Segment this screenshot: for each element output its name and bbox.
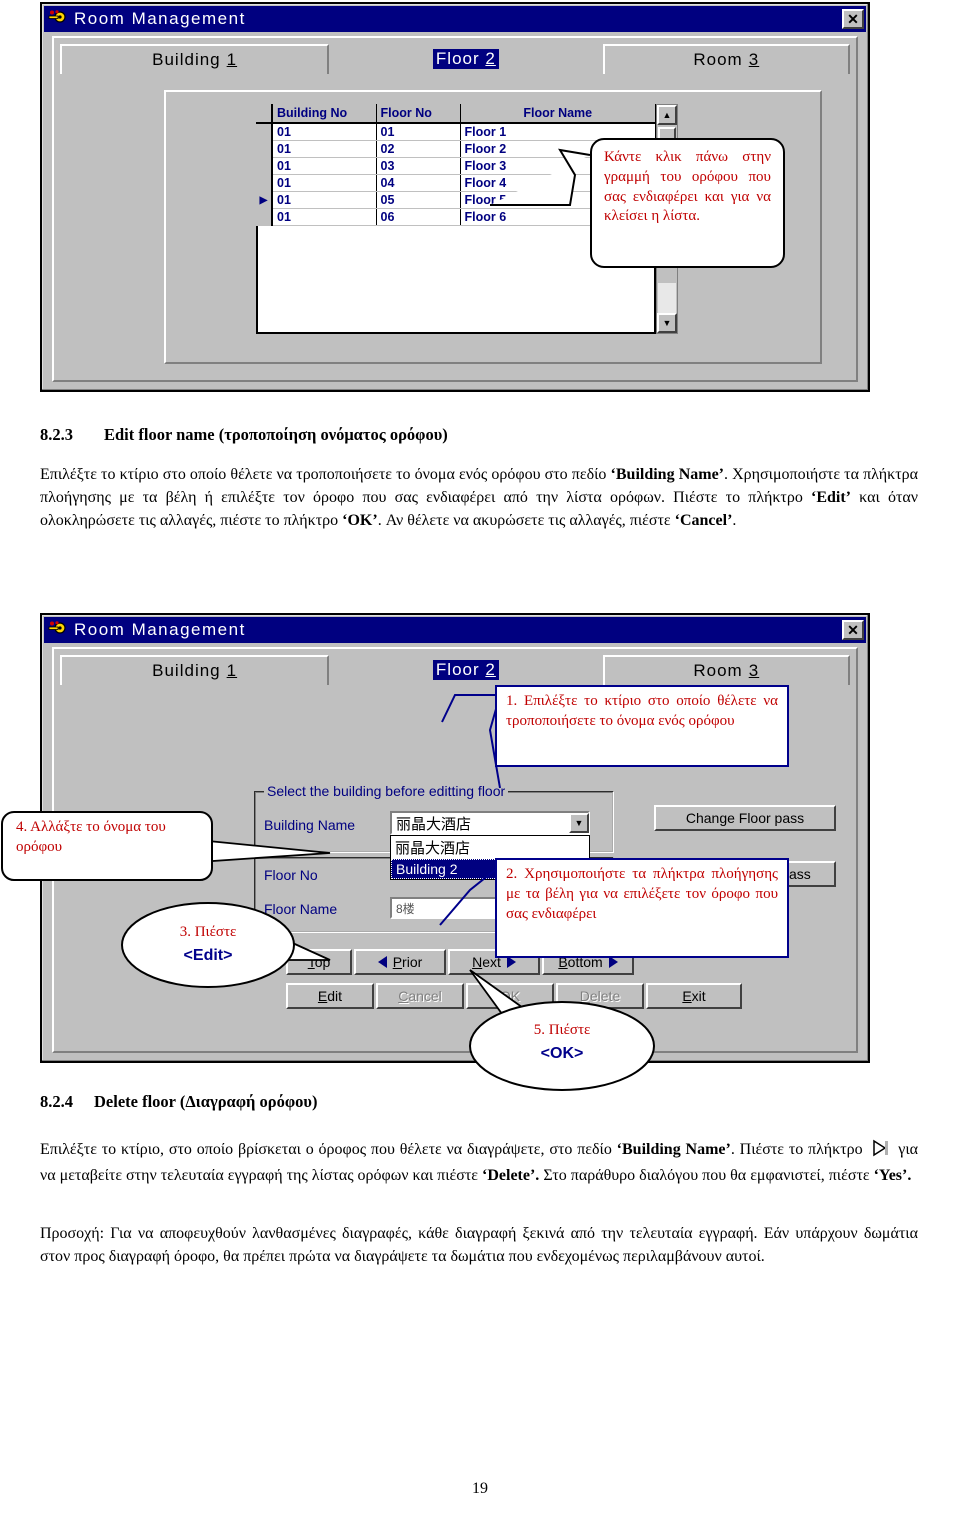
callout-4-text: 4. Αλλάξτε το όνομα του ορόφου	[16, 819, 166, 855]
callout-5-line2: <OK>	[540, 1044, 584, 1062]
callout-step-4: 4. Αλλάξτε το όνομα του ορόφου	[16, 818, 202, 870]
callout-2-text: 2. Χρησιμοποιήστε τα πλήκτρα πλοήγησης μ…	[506, 866, 778, 922]
callout-top-text: Κάντε κλικ πάνω στην γραμμή του ορόφου π…	[604, 149, 771, 225]
callout-5-shape	[469, 1001, 655, 1091]
callout-step-1: 1. Επιλέξτε το κτίριο στο οποίο θέλετε ν…	[495, 685, 789, 767]
callout-3-line1: 3. Πιέστε	[179, 924, 237, 940]
callout-1-text: 1. Επιλέξτε το κτίριο στο οποίο θέλετε ν…	[506, 693, 778, 729]
callout-5-line1: 5. Πιέστε	[533, 1022, 591, 1038]
callout-select-row: Κάντε κλικ πάνω στην γραμμή του ορόφου π…	[590, 138, 785, 268]
callout-step-3: 3. Πιέστε <Edit>	[140, 922, 276, 967]
callout-step-5: 5. Πιέστε <OK>	[490, 1020, 634, 1065]
callout-step-2: 2. Χρησιμοποιήστε τα πλήκτρα πλοήγησης μ…	[495, 858, 789, 958]
callout-3-line2: <Edit>	[183, 946, 233, 964]
